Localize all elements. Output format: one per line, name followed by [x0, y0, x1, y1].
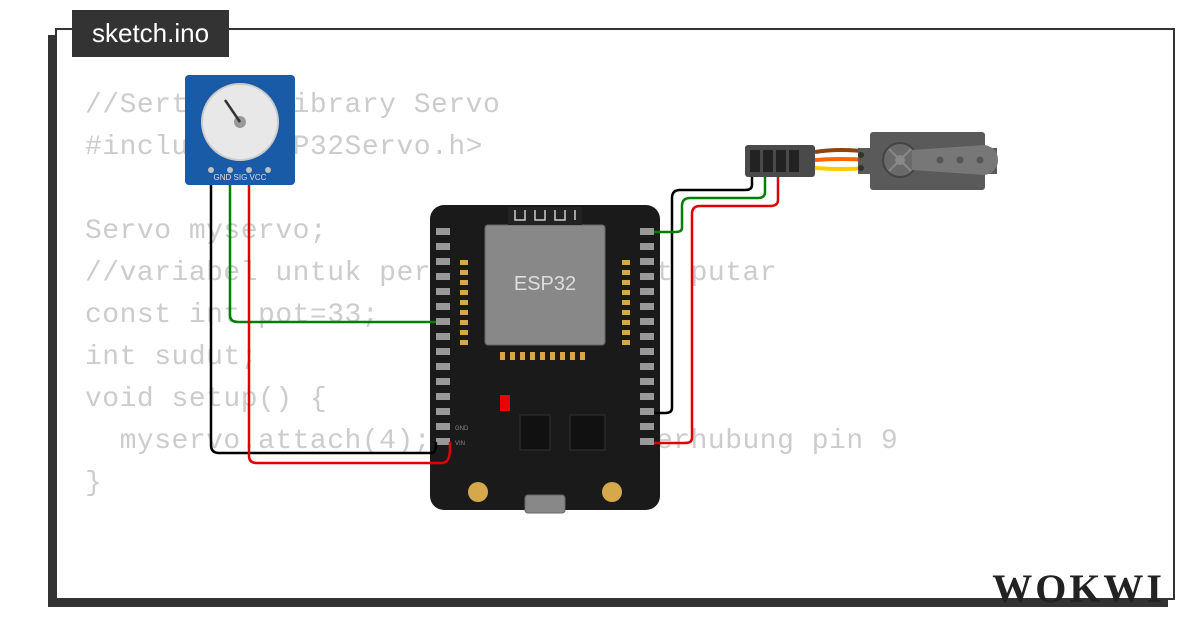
wire-pot-vcc	[249, 185, 450, 463]
servo-component[interactable]	[858, 132, 998, 190]
wire-pot-gnd	[211, 185, 436, 453]
file-tab[interactable]: sketch.ino	[72, 10, 229, 57]
wire-servo-gnd	[654, 177, 752, 413]
svg-text:VIN: VIN	[455, 441, 465, 447]
potentiometer-component[interactable]: GND SIG VCC	[185, 75, 295, 185]
wire-servo-sig	[654, 177, 765, 232]
esp32-component[interactable]: ESP32	[430, 205, 660, 513]
svg-text:GND SIG VCC: GND SIG VCC	[214, 173, 267, 182]
svg-text:ESP32: ESP32	[514, 273, 576, 295]
circuit-diagram: GND SIG VCC ESP32	[0, 0, 1200, 630]
svg-text:GND: GND	[455, 426, 469, 432]
wire-pot-sig	[230, 185, 436, 322]
servo-connector	[745, 145, 870, 177]
